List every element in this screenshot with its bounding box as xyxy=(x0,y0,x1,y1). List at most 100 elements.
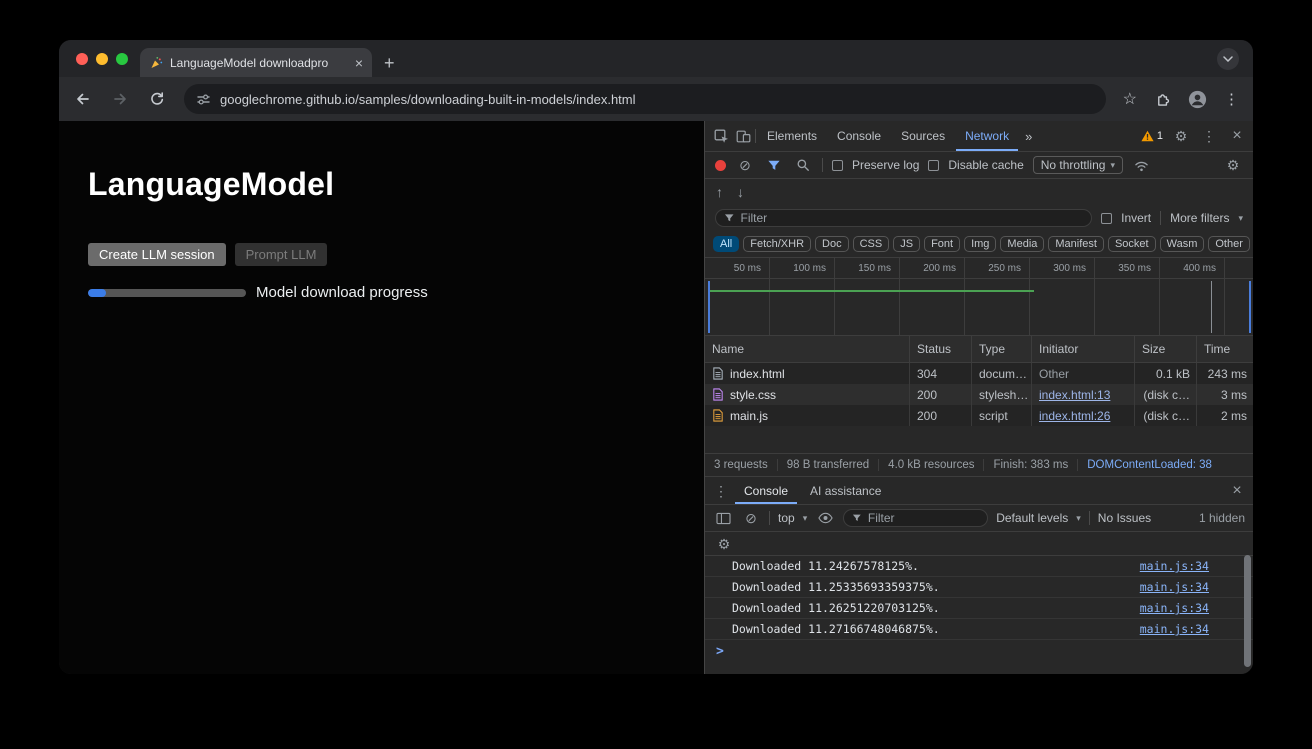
table-row[interactable]: index.html 304 docum… Other 0.1 kB 243 m… xyxy=(705,363,1253,384)
network-conditions-icon[interactable] xyxy=(1132,155,1152,175)
traffic-lights xyxy=(76,53,128,65)
preserve-log-checkbox[interactable] xyxy=(832,160,843,171)
console-message[interactable]: Downloaded 11.27166748046875%. main.js:3… xyxy=(705,619,1253,640)
extensions-puzzle-icon[interactable] xyxy=(1154,91,1171,108)
column-size[interactable]: Size xyxy=(1135,336,1197,362)
device-toolbar-icon[interactable] xyxy=(733,126,753,146)
console-sidebar-icon[interactable] xyxy=(713,508,733,528)
drawer-tab-console[interactable]: Console xyxy=(735,477,797,504)
tab-close-icon[interactable]: × xyxy=(355,56,363,70)
devtools-menu-icon[interactable]: ⋮ xyxy=(1199,126,1219,146)
clear-network-log-icon[interactable]: ⊘ xyxy=(735,155,755,175)
console-filter-box[interactable] xyxy=(843,509,988,527)
bookmark-star-icon[interactable]: ☆ xyxy=(1123,89,1137,109)
close-window-button[interactable] xyxy=(76,53,88,65)
inspect-element-icon[interactable] xyxy=(711,126,731,146)
chip-manifest[interactable]: Manifest xyxy=(1048,236,1104,252)
disable-cache-checkbox[interactable] xyxy=(928,160,939,171)
tab-search-button[interactable] xyxy=(1217,48,1239,70)
more-filters-button[interactable]: More filters xyxy=(1170,211,1229,225)
message-source-link[interactable]: main.js:34 xyxy=(1140,622,1209,636)
chip-doc[interactable]: Doc xyxy=(815,236,849,252)
issues-counter[interactable]: No Issues xyxy=(1098,511,1151,525)
network-overview[interactable] xyxy=(705,279,1253,336)
initiator-link[interactable]: index.html:13 xyxy=(1039,388,1110,402)
invert-label: Invert xyxy=(1121,211,1151,225)
chip-css[interactable]: CSS xyxy=(853,236,890,252)
table-row[interactable]: style.css 200 stylesh… index.html:13 (di… xyxy=(705,384,1253,405)
log-levels-select[interactable]: Default levels xyxy=(996,511,1068,525)
chip-other[interactable]: Other xyxy=(1208,236,1250,252)
chevron-down-icon xyxy=(1223,56,1233,62)
chip-js[interactable]: JS xyxy=(893,236,920,252)
record-network-log-icon[interactable] xyxy=(715,160,726,171)
initiator-link[interactable]: index.html:26 xyxy=(1039,409,1110,423)
search-icon[interactable] xyxy=(793,155,813,175)
devtools-tab-sources[interactable]: Sources xyxy=(892,121,954,151)
drawer-tab-ai-assistance[interactable]: AI assistance xyxy=(801,477,890,504)
column-status[interactable]: Status xyxy=(910,336,972,362)
address-bar[interactable]: googlechrome.github.io/samples/downloadi… xyxy=(184,84,1106,114)
minimize-window-button[interactable] xyxy=(96,53,108,65)
message-source-link[interactable]: main.js:34 xyxy=(1140,580,1209,594)
column-type[interactable]: Type xyxy=(972,336,1032,362)
chip-wasm[interactable]: Wasm xyxy=(1160,236,1205,252)
chip-img[interactable]: Img xyxy=(964,236,996,252)
site-settings-icon[interactable] xyxy=(196,92,211,107)
console-message[interactable]: Downloaded 11.24267578125%. main.js:34 xyxy=(705,556,1253,577)
browser-menu-icon[interactable]: ⋮ xyxy=(1224,90,1239,108)
tick-end xyxy=(1225,258,1253,278)
clear-console-icon[interactable]: ⊘ xyxy=(741,508,761,528)
request-type: script xyxy=(972,405,1032,426)
console-settings-gear-icon[interactable]: ⚙ xyxy=(714,534,734,554)
chip-all[interactable]: All xyxy=(713,236,739,252)
console-filter-input[interactable] xyxy=(868,511,979,525)
throttling-select[interactable]: No throttling ▾ xyxy=(1033,156,1123,174)
live-expression-eye-icon[interactable] xyxy=(815,508,835,528)
network-filter-box[interactable] xyxy=(715,209,1092,227)
console-message[interactable]: Downloaded 11.26251220703125%. main.js:3… xyxy=(705,598,1253,619)
column-initiator[interactable]: Initiator xyxy=(1032,336,1135,362)
chip-media[interactable]: Media xyxy=(1000,236,1044,252)
reload-icon[interactable] xyxy=(147,89,167,109)
message-source-link[interactable]: main.js:34 xyxy=(1140,559,1209,573)
drawer-menu-icon[interactable]: ⋮ xyxy=(711,481,731,501)
chip-fetch-xhr[interactable]: Fetch/XHR xyxy=(743,236,811,252)
devtools-tab-console[interactable]: Console xyxy=(828,121,890,151)
devtools-settings-gear-icon[interactable]: ⚙ xyxy=(1171,126,1191,146)
devtools-close-icon[interactable]: × xyxy=(1227,126,1247,146)
network-filter-input[interactable] xyxy=(741,211,1084,225)
chip-socket[interactable]: Socket xyxy=(1108,236,1156,252)
hidden-messages-count[interactable]: 1 hidden xyxy=(1199,511,1245,525)
console-prompt[interactable]: > xyxy=(705,640,1253,662)
chip-font[interactable]: Font xyxy=(924,236,960,252)
maximize-window-button[interactable] xyxy=(116,53,128,65)
execution-context-select[interactable]: top xyxy=(778,511,795,525)
invert-checkbox[interactable] xyxy=(1101,213,1112,224)
request-size: (disk c… xyxy=(1135,384,1197,405)
devtools-tab-elements[interactable]: Elements xyxy=(758,121,826,151)
network-settings-gear-icon[interactable]: ⚙ xyxy=(1223,155,1243,175)
back-icon[interactable] xyxy=(73,89,93,109)
overview-gridlines xyxy=(705,279,1253,335)
browser-tab[interactable]: LanguageModel downloadpro × xyxy=(140,48,372,77)
console-scrollbar[interactable] xyxy=(1244,555,1251,667)
filter-toggle-icon[interactable] xyxy=(764,155,784,175)
profile-avatar[interactable] xyxy=(1188,90,1207,109)
import-har-icon[interactable]: ↑ xyxy=(716,184,723,200)
column-time[interactable]: Time xyxy=(1197,336,1253,362)
warning-badge[interactable]: 1 xyxy=(1141,130,1163,142)
prompt-llm-button[interactable]: Prompt LLM xyxy=(235,243,328,266)
column-name[interactable]: Name xyxy=(705,336,910,362)
new-tab-button[interactable]: + xyxy=(384,54,395,72)
export-har-icon[interactable]: ↓ xyxy=(737,184,744,200)
drawer-close-icon[interactable]: × xyxy=(1227,481,1247,501)
devtools-tab-network[interactable]: Network xyxy=(956,121,1018,151)
message-source-link[interactable]: main.js:34 xyxy=(1140,601,1209,615)
window-content: LanguageModel Create LLM session Prompt … xyxy=(59,121,1253,674)
forward-icon[interactable] xyxy=(110,89,130,109)
more-panels-icon[interactable]: » xyxy=(1020,121,1037,151)
create-llm-session-button[interactable]: Create LLM session xyxy=(88,243,226,266)
table-row[interactable]: main.js 200 script index.html:26 (disk c… xyxy=(705,405,1253,426)
console-message[interactable]: Downloaded 11.25335693359375%. main.js:3… xyxy=(705,577,1253,598)
